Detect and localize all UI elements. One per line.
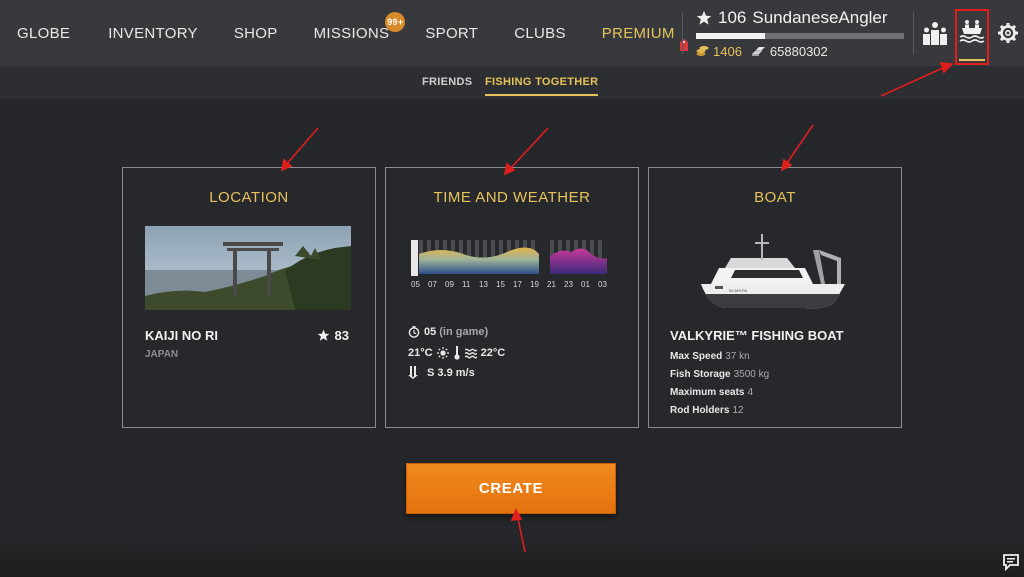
missions-badge: 99+ [385, 11, 406, 32]
nav-missions[interactable]: MISSIONS 99+ [313, 11, 406, 42]
location-rating: 83 [317, 328, 349, 343]
hour-label: 23 [564, 280, 573, 289]
boat-spec-max-seats: Maximum seats 4 [670, 387, 754, 398]
silver-bars-icon [751, 46, 765, 56]
nav-inventory[interactable]: INVENTORY [108, 25, 198, 42]
sub-tabs: FRIENDS FISHING TOGETHER [0, 66, 1024, 99]
hour-label: 09 [445, 280, 454, 289]
tab-fishing-together[interactable]: FISHING TOGETHER [485, 76, 599, 96]
weather-hour-labels: 05 07 09 11 13 15 17 19 21 23 01 03 [411, 280, 616, 292]
star-icon [696, 10, 712, 25]
boat-spec-fish-storage: Fish Storage 3500 kg [670, 369, 770, 380]
nav-sport[interactable]: SPORT [425, 25, 478, 42]
hour-label: 15 [496, 280, 505, 289]
time-weather-card[interactable]: TIME AND WEATHER 05 07 09 11 13 15 17 19… [385, 167, 639, 428]
wind-row: S 3.9 m/s [408, 366, 475, 379]
chat-icon[interactable] [1002, 553, 1020, 571]
nav-shop[interactable]: SHOP [234, 25, 278, 42]
time-weather-card-title: TIME AND WEATHER [433, 189, 591, 206]
nav-missions-label: MISSIONS [313, 24, 390, 42]
divider [682, 12, 683, 54]
nav-premium-label: PREMIUM [601, 24, 675, 42]
player-name: SundaneseAngler [752, 8, 888, 27]
time-row: 05 (in game) [408, 326, 488, 338]
boat-card-title: BOAT [754, 189, 796, 206]
temperature-row: 21°C 22°C [408, 346, 505, 360]
create-button[interactable]: CREATE [406, 463, 616, 514]
hour-label: 19 [530, 280, 539, 289]
fishing-together-icon[interactable] [955, 9, 989, 65]
game-time-note: (in game) [439, 326, 489, 338]
ranks-icon[interactable] [922, 20, 948, 46]
player-panel[interactable]: 106 SundaneseAngler 1406 65880302 [696, 6, 906, 59]
sun-icon [436, 347, 449, 359]
active-indicator [959, 59, 985, 61]
hour-label: 11 [462, 280, 471, 289]
location-name: KAIJI NO RI [145, 328, 218, 343]
hour-label: 03 [598, 280, 607, 289]
silver-amount: 65880302 [769, 43, 828, 59]
gold-amount: 1406 [713, 43, 742, 59]
wind-icon [408, 366, 418, 379]
nav-clubs[interactable]: CLUBS [514, 25, 566, 42]
game-time: 05 [424, 326, 437, 338]
boat-name: VALKYRIE™ FISHING BOAT [670, 328, 844, 343]
hour-label: 07 [428, 280, 437, 289]
main-nav: GLOBE INVENTORY SHOP MISSIONS 99+ SPORT … [0, 0, 688, 66]
boat-image: W-169-PA [701, 234, 845, 309]
water-temperature: 22°C [480, 347, 506, 359]
nav-premium[interactable]: PREMIUM [601, 24, 688, 51]
tab-friends[interactable]: FRIENDS [422, 76, 472, 88]
location-card-title: LOCATION [209, 189, 289, 206]
top-bar: GLOBE INVENTORY SHOP MISSIONS 99+ SPORT … [0, 0, 1024, 66]
xp-bar-fill [696, 33, 765, 39]
boat-spec-max-speed: Max Speed 37 kn [670, 351, 750, 362]
weather-timeline-chart [411, 240, 607, 276]
boat-spec-rod-holders: Rod Holders 12 [670, 405, 744, 416]
background-scenery [0, 535, 1024, 577]
player-level: 106 [718, 8, 747, 27]
wind-value: S 3.9 m/s [427, 366, 475, 379]
gear-icon[interactable] [995, 20, 1021, 46]
hour-label: 01 [581, 280, 590, 289]
divider [913, 12, 914, 54]
location-country: JAPAN [145, 349, 179, 360]
boat-card[interactable]: BOAT W-169-PA VALKYRIE™ FISHING BOAT Max… [648, 167, 902, 428]
hour-label: 05 [411, 280, 420, 289]
nav-globe[interactable]: GLOBE [17, 25, 70, 42]
hour-label: 13 [479, 280, 488, 289]
gold-coins-icon [696, 46, 709, 56]
air-temperature: 21°C [408, 347, 433, 359]
location-card[interactable]: LOCATION KAIJI NO RI 83 JAPAN [122, 167, 376, 428]
hour-label: 21 [547, 280, 556, 289]
location-image [145, 226, 351, 310]
location-rating-value: 83 [334, 328, 349, 343]
clock-icon [408, 326, 420, 338]
boat-hull-id: W-169-PA [729, 288, 747, 293]
sale-tag-icon [679, 38, 688, 51]
star-icon [317, 329, 329, 341]
hour-label: 17 [513, 280, 522, 289]
xp-bar [696, 33, 904, 39]
water-waves-icon [464, 348, 477, 359]
thermometer-icon [453, 346, 460, 360]
